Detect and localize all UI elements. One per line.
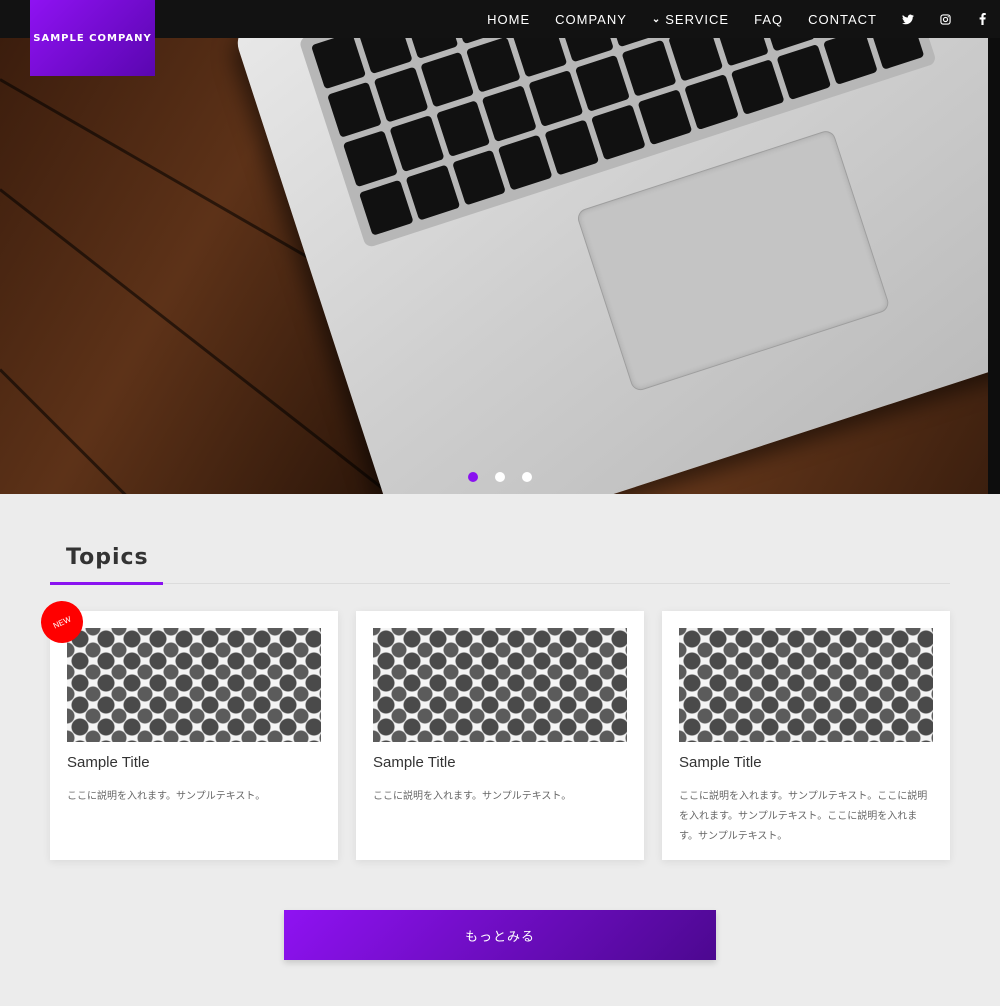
card-description: ここに説明を入れます。サンプルテキスト。: [373, 791, 572, 802]
topic-card-3[interactable]: Sample Title ここに説明を入れます。サンプルテキスト。ここに説明を入…: [662, 611, 950, 860]
see-more-button[interactable]: もっとみる: [284, 910, 716, 960]
twitter-icon[interactable]: [902, 13, 914, 25]
card-thumbnail: [679, 628, 933, 742]
card-title: Sample Title: [679, 754, 762, 771]
double-chevron-down-icon: ⌄: [651, 13, 662, 25]
nav-home[interactable]: HOME: [487, 12, 530, 27]
next-slide-edge: [988, 38, 1000, 494]
slider-dot-1[interactable]: [468, 472, 478, 482]
card-thumbnail: [67, 628, 321, 742]
main-nav: HOME COMPANY ⌄ SERVICE FAQ CONTACT: [462, 0, 988, 38]
nav-service[interactable]: ⌄ SERVICE: [652, 12, 729, 27]
topics-divider: [50, 583, 950, 584]
nav-faq[interactable]: FAQ: [754, 12, 783, 27]
slider-dot-2[interactable]: [495, 472, 505, 482]
card-title: Sample Title: [67, 754, 150, 771]
facebook-icon[interactable]: [976, 13, 988, 25]
nav-contact[interactable]: CONTACT: [808, 12, 877, 27]
card-description: ここに説明を入れます。サンプルテキスト。: [67, 791, 266, 802]
slider-dot-3[interactable]: [522, 472, 532, 482]
nav-company[interactable]: COMPANY: [555, 12, 627, 27]
card-title: Sample Title: [373, 754, 456, 771]
topic-card-2[interactable]: Sample Title ここに説明を入れます。サンプルテキスト。: [356, 611, 644, 860]
nav-service-label: SERVICE: [665, 11, 730, 27]
topic-card-1[interactable]: Sample Title ここに説明を入れます。サンプルテキスト。: [50, 611, 338, 860]
topics-divider-accent: [50, 582, 163, 585]
slider-pagination: [0, 472, 1000, 482]
card-thumbnail: [373, 628, 627, 742]
trackpad: [575, 128, 891, 393]
card-description: ここに説明を入れます。サンプルテキスト。ここに説明を入れます。サンプルテキスト。…: [679, 791, 928, 842]
laptop-image: [232, 38, 1000, 494]
site-logo[interactable]: SAMPLE COMPANY: [30, 0, 155, 76]
instagram-icon[interactable]: [939, 13, 951, 25]
topics-heading: Topics: [66, 545, 149, 570]
hero-slider: [0, 38, 1000, 494]
